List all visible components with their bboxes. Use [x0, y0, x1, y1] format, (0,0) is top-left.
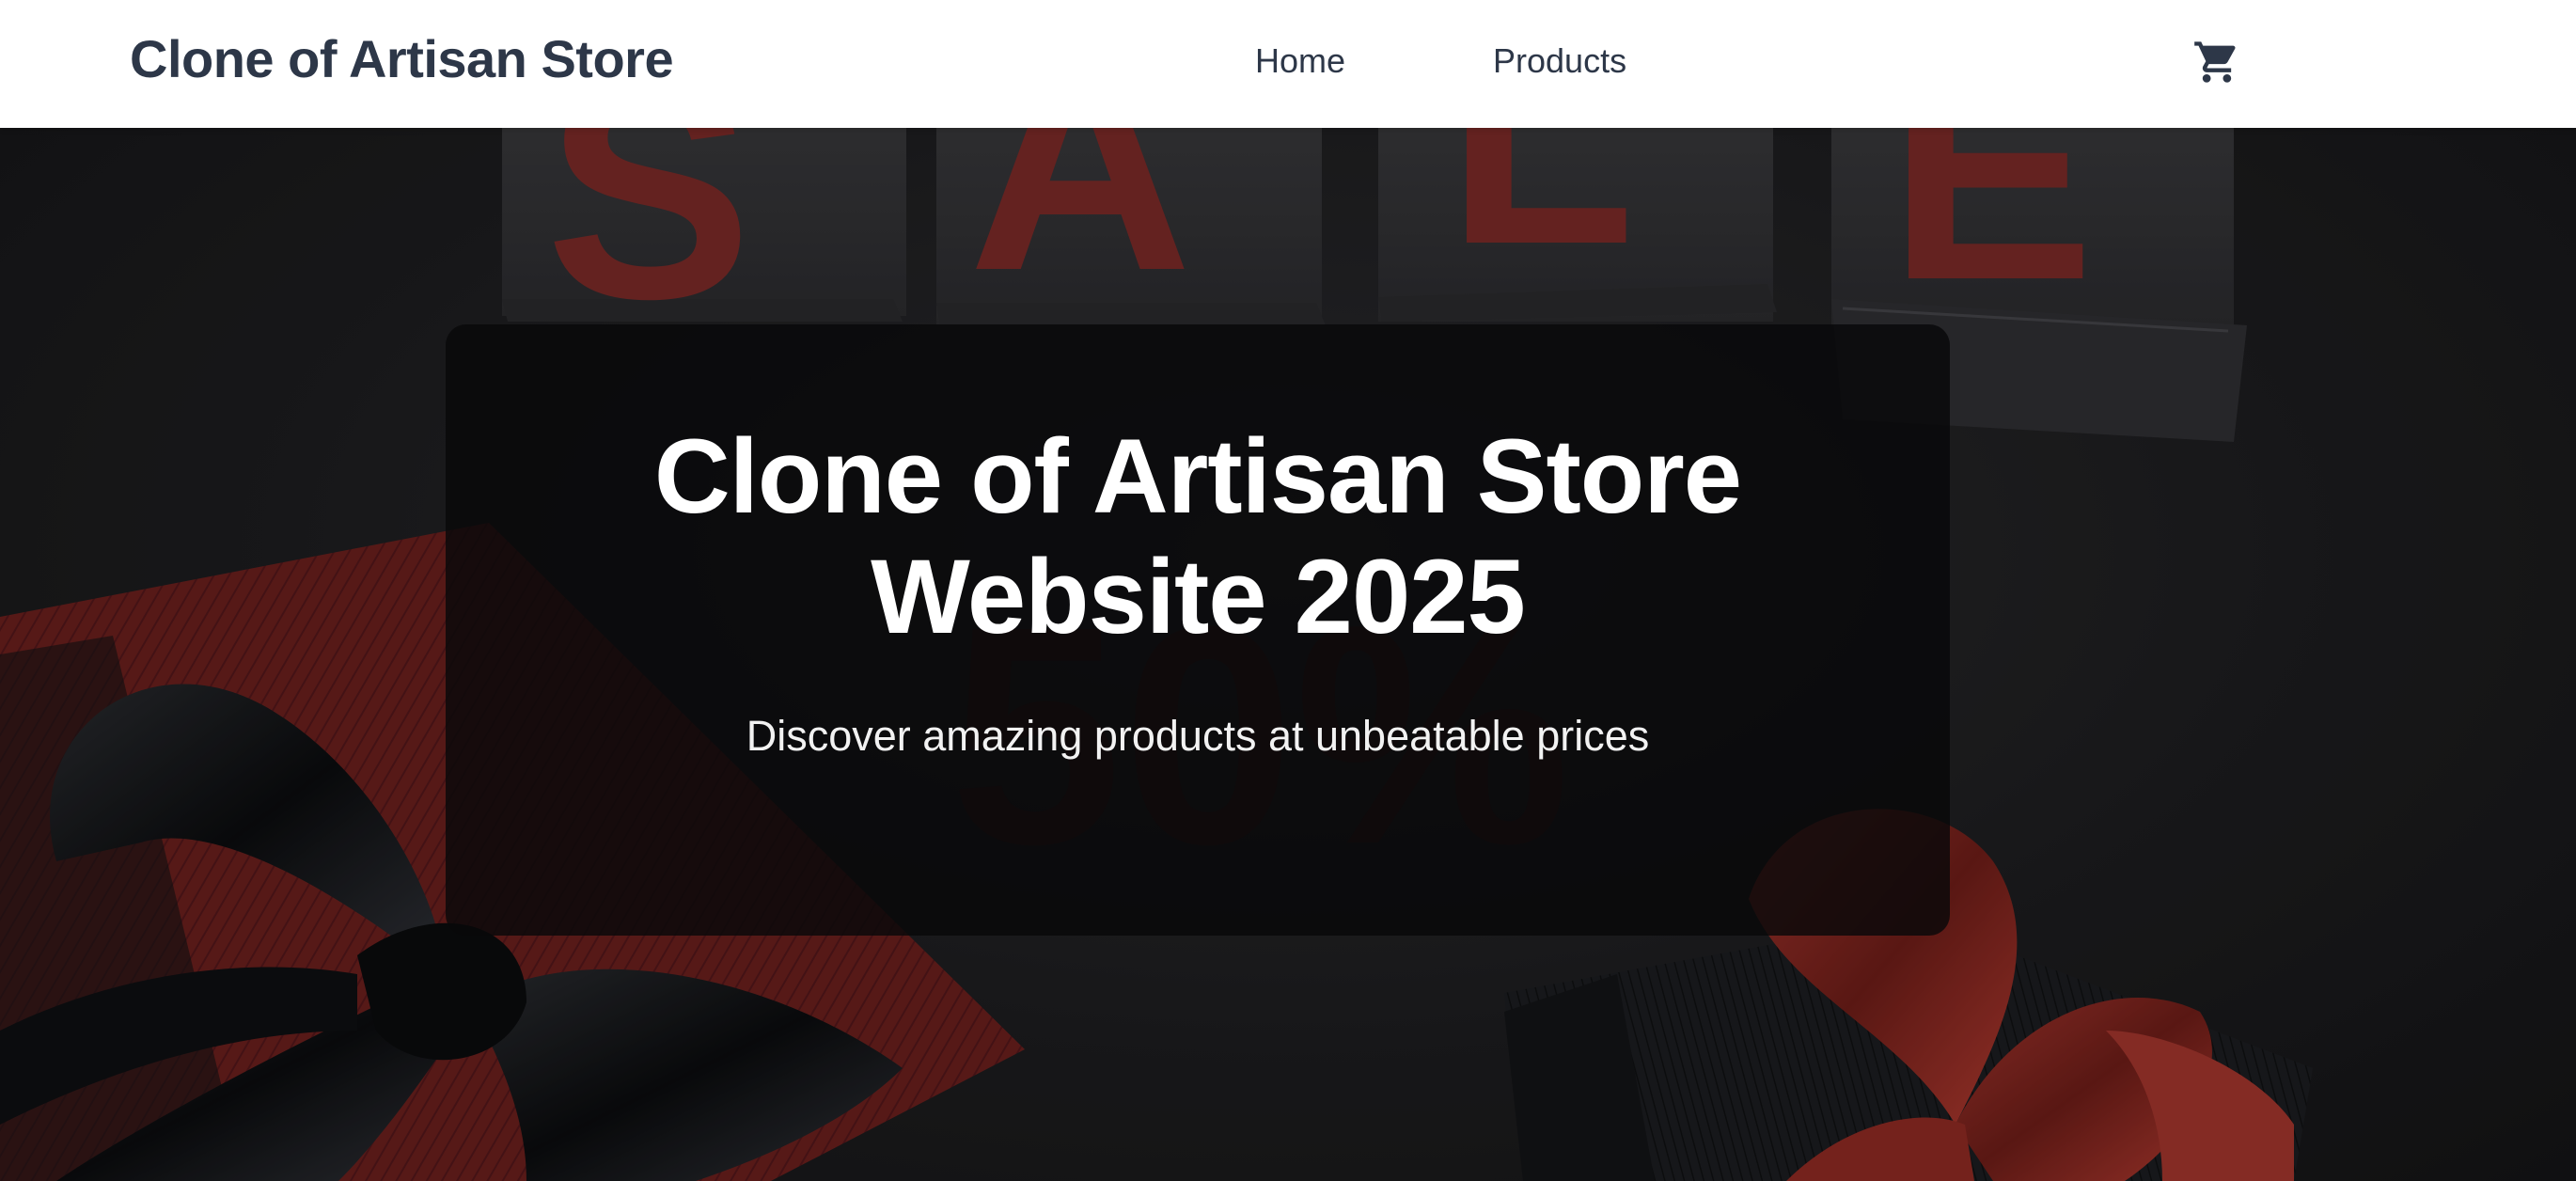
hero-subtitle: Discover amazing products at unbeatable …: [746, 712, 1650, 760]
hero-title-line-1: Clone of Artisan Store: [653, 417, 1742, 535]
nav-link-products[interactable]: Products: [1493, 41, 1626, 81]
hero-banner: S A L E 50% Clo: [0, 128, 2576, 1181]
top-navbar: Clone of Artisan Store Home Products: [0, 0, 2576, 128]
cart-button[interactable]: [2192, 38, 2241, 87]
hero-title: Clone of Artisan Store Website 2025: [446, 417, 1950, 657]
hero-content-card: Clone of Artisan Store Website 2025 Disc…: [446, 324, 1950, 936]
hero-title-line-2: Website 2025: [871, 538, 1526, 655]
shopping-cart-icon: [2194, 41, 2236, 83]
brand-logo[interactable]: Clone of Artisan Store: [130, 28, 674, 89]
nav-link-home[interactable]: Home: [1255, 41, 1345, 81]
